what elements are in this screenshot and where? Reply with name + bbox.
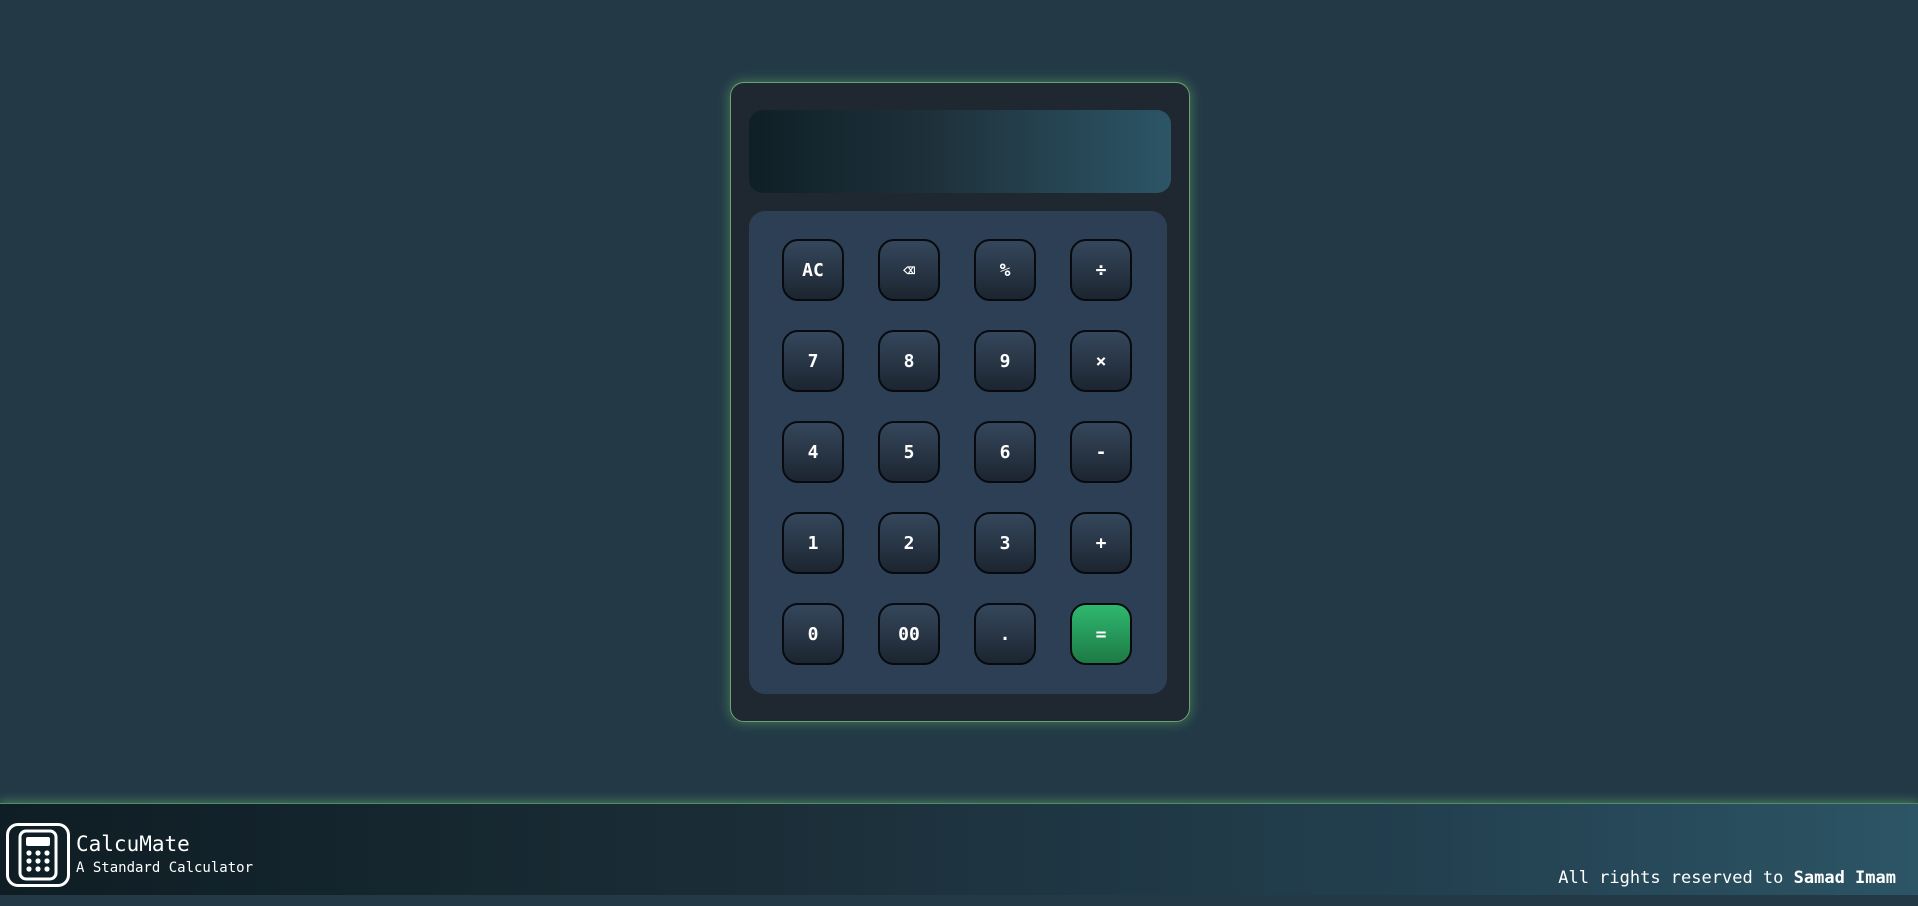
double-zero-button[interactable]: 00	[878, 603, 940, 665]
digit-7-button[interactable]: 7	[782, 330, 844, 392]
brand-name: CalcuMate	[76, 832, 190, 856]
equals-button[interactable]: =	[1070, 603, 1132, 665]
calculator: AC ⌫ % ÷ 7 8 9 × 4 5 6 - 1 2 3 + 0 00 . …	[730, 82, 1190, 722]
footer: CalcuMate A Standard Calculator All righ…	[0, 803, 1918, 896]
copyright-prefix: All rights reserved to	[1558, 868, 1784, 888]
decimal-button[interactable]: .	[974, 603, 1036, 665]
digit-0-button[interactable]: 0	[782, 603, 844, 665]
digit-3-button[interactable]: 3	[974, 512, 1036, 574]
digit-5-button[interactable]: 5	[878, 421, 940, 483]
author-name: Samad Imam	[1793, 868, 1896, 888]
subtract-button[interactable]: -	[1070, 421, 1132, 483]
digit-8-button[interactable]: 8	[878, 330, 940, 392]
calculator-display	[749, 110, 1171, 193]
digit-9-button[interactable]: 9	[974, 330, 1036, 392]
add-button[interactable]: +	[1070, 512, 1132, 574]
brand-tagline: A Standard Calculator	[76, 860, 254, 876]
digit-2-button[interactable]: 2	[878, 512, 940, 574]
divide-button[interactable]: ÷	[1070, 239, 1132, 301]
footer-bottom-band	[0, 895, 1918, 906]
percent-button[interactable]: %	[974, 239, 1036, 301]
keypad: AC ⌫ % ÷ 7 8 9 × 4 5 6 - 1 2 3 + 0 00 . …	[749, 211, 1167, 694]
digit-4-button[interactable]: 4	[782, 421, 844, 483]
page: AC ⌫ % ÷ 7 8 9 × 4 5 6 - 1 2 3 + 0 00 . …	[0, 0, 1918, 906]
multiply-button[interactable]: ×	[1070, 330, 1132, 392]
copyright-notice: All rights reserved to Samad Imam	[1558, 868, 1896, 888]
all-clear-button[interactable]: AC	[782, 239, 844, 301]
calculator-icon	[6, 823, 70, 887]
digit-6-button[interactable]: 6	[974, 421, 1036, 483]
backspace-button[interactable]: ⌫	[878, 239, 940, 301]
digit-1-button[interactable]: 1	[782, 512, 844, 574]
